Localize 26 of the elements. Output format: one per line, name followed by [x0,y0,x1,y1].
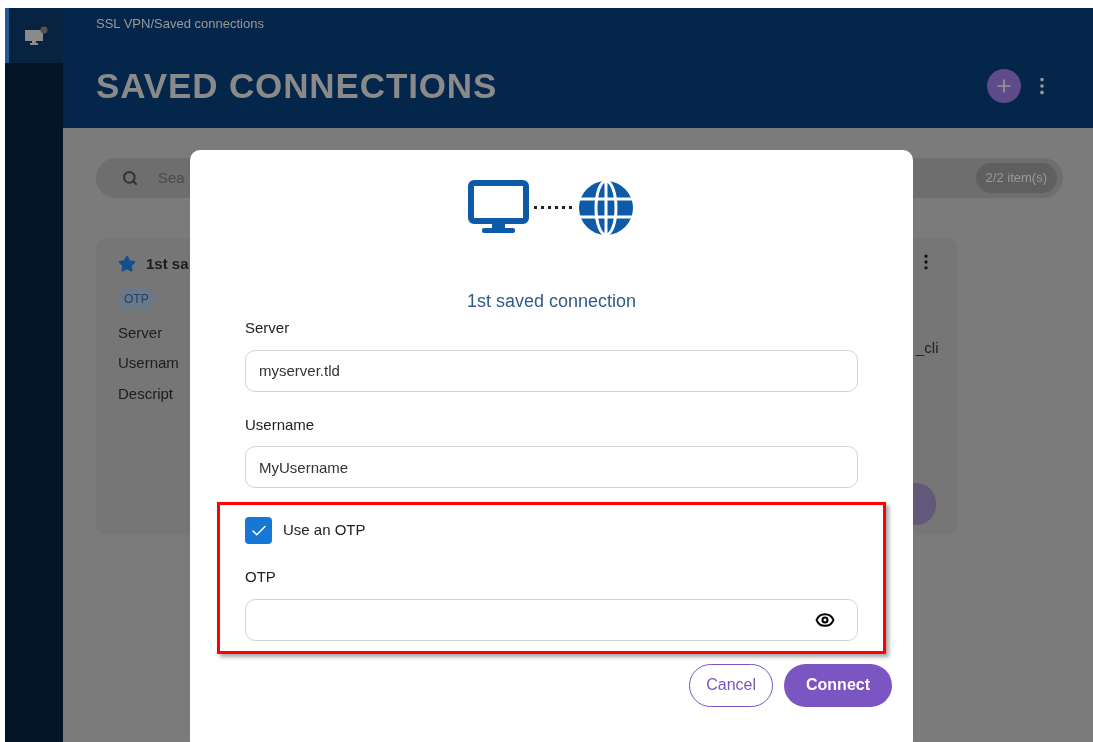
connect-button[interactable]: Connect [784,663,892,707]
text-field[interactable]: myserver.tld [245,349,858,392]
star-icon[interactable] [118,255,136,274]
add-button[interactable] [987,68,1021,103]
field-label: Server [245,318,290,338]
breadcrumb: SSL VPN/Saved connections [96,15,265,33]
dialog-title: 1st saved connection [466,290,637,313]
field-label: Usernam [118,353,179,373]
item-count: 2/2 item(s) [975,163,1057,193]
field-label: Server [118,322,163,343]
field-value: _cli [916,338,939,358]
cancel-button[interactable]: Cancel [689,663,773,707]
search-icon [122,170,138,186]
otp-tag: OTP [118,287,155,310]
field-label: OTP [245,567,276,587]
otp-field[interactable] [245,598,858,641]
page-title: SAVED CONNECTIONS [96,64,498,107]
checkbox[interactable] [245,517,272,544]
field-label: Username [245,414,315,435]
checkbox-label: Use an OTP [283,520,366,541]
sidebar-item[interactable] [5,8,63,63]
text-field[interactable]: MyUsername [245,446,858,488]
field-label: Descript [118,383,173,404]
card-title: 1st sa [146,254,189,274]
computer-globe-icon [467,180,636,238]
monitor-icon [24,25,48,46]
